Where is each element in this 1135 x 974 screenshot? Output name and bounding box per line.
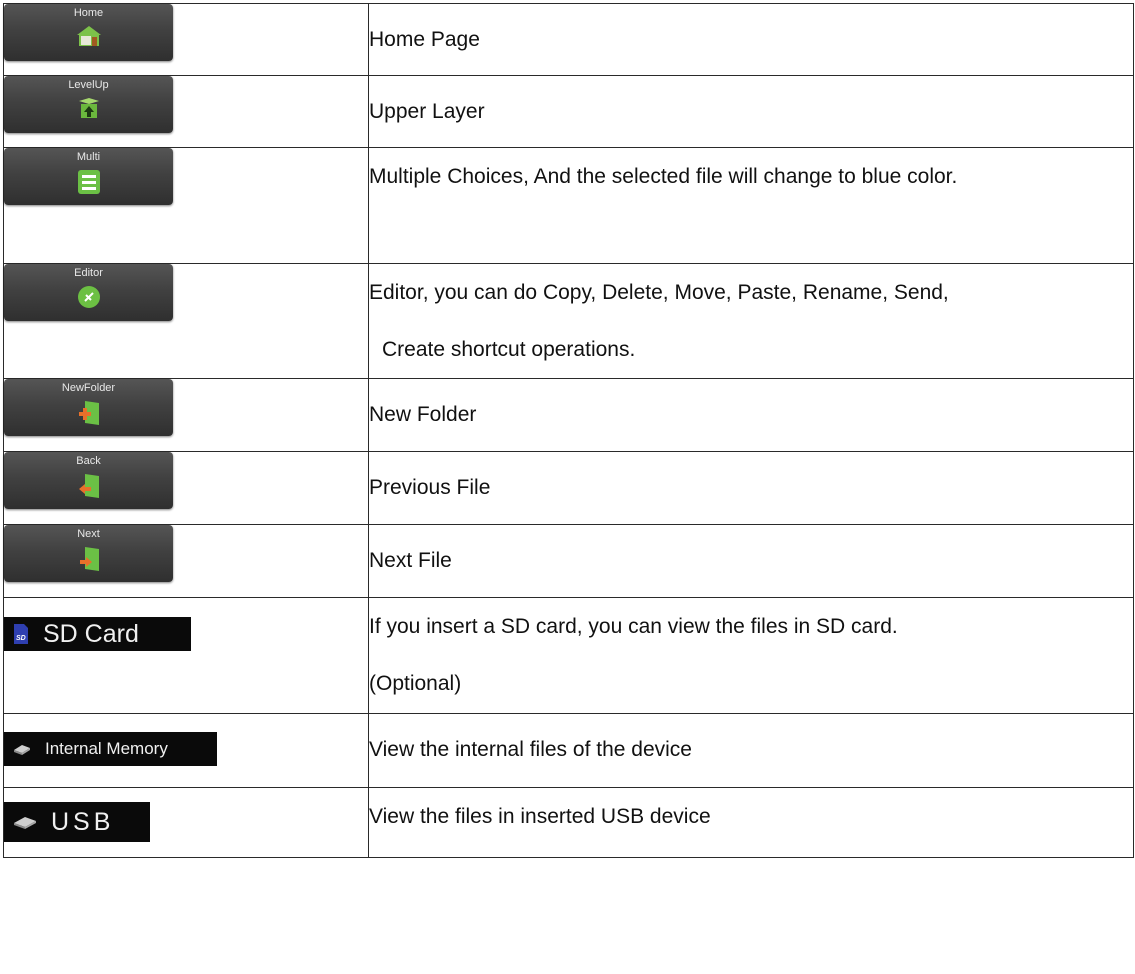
row-description-continued: (Optional) bbox=[369, 672, 462, 695]
row-description: Upper Layer bbox=[369, 100, 485, 123]
editor-icon bbox=[77, 286, 100, 308]
multi-button[interactable]: Multi bbox=[4, 148, 173, 205]
button-label: LevelUp bbox=[68, 79, 109, 91]
sd-card-icon: SD bbox=[14, 624, 28, 644]
row-description: Multiple Choices, And the selected file … bbox=[369, 165, 958, 188]
row-description: If you insert a SD card, you can view th… bbox=[369, 615, 898, 638]
button-label: USB bbox=[51, 807, 115, 836]
button-label: Editor bbox=[74, 267, 103, 279]
next-button[interactable]: Next bbox=[4, 525, 173, 582]
row-description: View the internal files of the device bbox=[369, 738, 692, 761]
row-description: Home Page bbox=[369, 28, 480, 51]
back-icon bbox=[78, 474, 99, 498]
table-row: Home Home Page bbox=[3, 3, 1134, 76]
back-button[interactable]: Back bbox=[4, 452, 173, 509]
table-row: LevelUp Upper Layer bbox=[3, 75, 1134, 148]
table-row: USB View the files in inserted USB devic… bbox=[3, 787, 1134, 858]
level-up-icon bbox=[78, 98, 99, 118]
svg-text:SD: SD bbox=[16, 635, 26, 642]
next-icon bbox=[79, 547, 99, 571]
level-up-button[interactable]: LevelUp bbox=[4, 76, 173, 133]
button-label: Multi bbox=[76, 151, 101, 163]
row-description: Editor, you can do Copy, Delete, Move, P… bbox=[369, 281, 949, 304]
table-row: Editor Editor, you can do Copy, Delete, … bbox=[3, 263, 1134, 379]
table-row: Next Next File bbox=[3, 524, 1134, 598]
table-row: Internal Memory View the internal files … bbox=[3, 713, 1134, 788]
row-description: New Folder bbox=[369, 403, 477, 426]
row-description: Next File bbox=[369, 549, 452, 572]
new-folder-icon bbox=[78, 401, 99, 425]
editor-button[interactable]: Editor bbox=[4, 264, 173, 321]
table-row: Back Previous File bbox=[3, 451, 1134, 525]
new-folder-button[interactable]: NewFolder bbox=[4, 379, 173, 436]
row-description-continued: Create shortcut operations. bbox=[382, 338, 636, 361]
internal-memory-button[interactable]: Internal Memory bbox=[4, 732, 217, 766]
button-label: Next bbox=[77, 528, 100, 540]
button-label: Home bbox=[73, 7, 104, 19]
button-guide-table: Home Home Page LevelUp Upper Layer Multi… bbox=[3, 3, 1134, 858]
usb-button[interactable]: USB bbox=[4, 802, 150, 842]
usb-drive-icon bbox=[14, 817, 36, 829]
button-label: Internal Memory bbox=[45, 739, 168, 758]
row-description: View the files in inserted USB device bbox=[369, 805, 711, 828]
home-icon bbox=[76, 26, 101, 46]
button-label: NewFolder bbox=[61, 382, 116, 394]
table-row: NewFolder New Folder bbox=[3, 378, 1134, 452]
internal-memory-icon bbox=[14, 745, 30, 755]
button-label: SD Card bbox=[43, 619, 139, 648]
table-row: SD SD Card If you insert a SD card, you … bbox=[3, 597, 1134, 714]
row-description: Previous File bbox=[369, 476, 491, 499]
multi-select-icon bbox=[77, 170, 100, 194]
button-label: Back bbox=[76, 455, 101, 467]
table-row: Multi Multiple Choices, And the selected… bbox=[3, 147, 1134, 264]
sd-card-button[interactable]: SD SD Card bbox=[4, 617, 191, 651]
home-button[interactable]: Home bbox=[4, 4, 173, 61]
